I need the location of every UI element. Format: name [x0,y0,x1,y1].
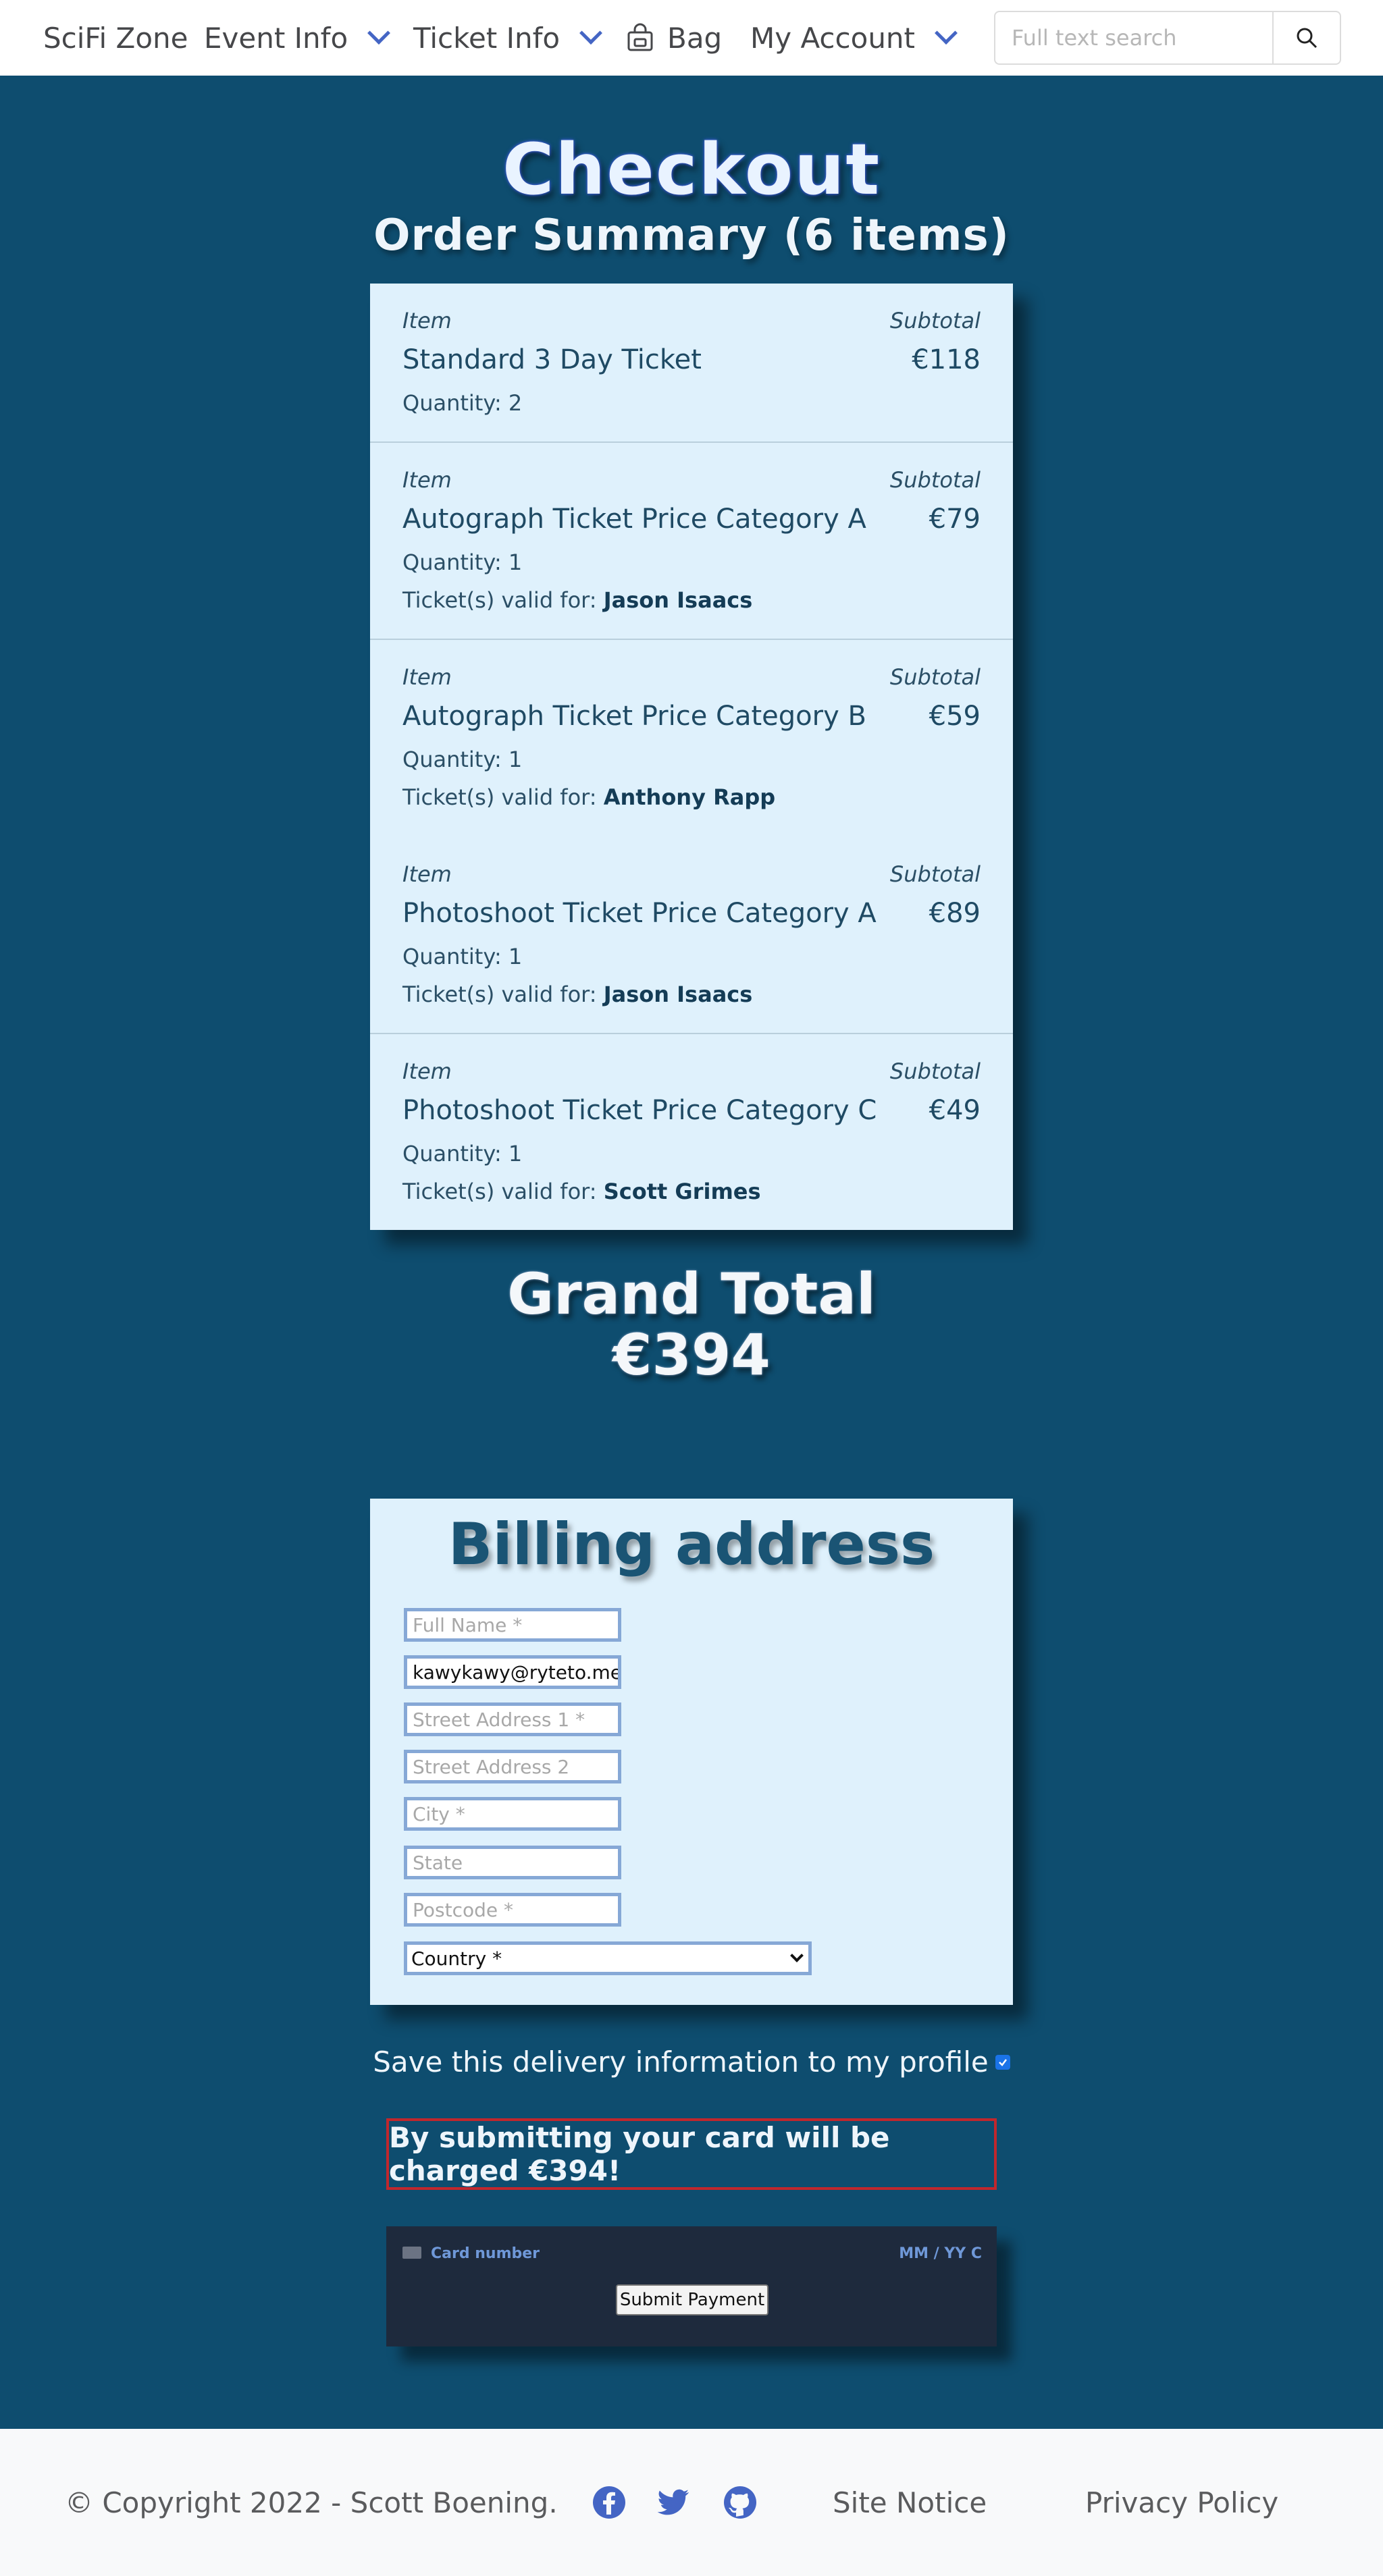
bag-label: Bag [667,21,723,55]
postcode-field[interactable] [404,1893,621,1927]
order-item: Item Subtotal Autograph Ticket Price Cat… [370,443,1013,640]
item-name: Autograph Ticket Price Category B [402,701,866,732]
save-info-checkbox[interactable] [995,2054,1010,2070]
chevron-down-icon [935,22,958,45]
search-button[interactable] [1272,11,1341,65]
order-item: Item Subtotal Autograph Ticket Price Cat… [370,640,1013,837]
celebrity-name: Anthony Rapp [603,784,776,810]
celebrity-name: Jason Isaacs [603,587,753,613]
search-form [994,11,1341,65]
item-quantity: Quantity: 1 [402,1141,523,1166]
item-price: €89 [929,898,981,929]
item-name: Autograph Ticket Price Category A [402,504,866,535]
item-label: Item [402,1058,452,1084]
celebrity-name: Jason Isaacs [603,982,753,1007]
order-summary-card: Item Subtotal Standard 3 Day Ticket €118… [370,284,1013,1230]
order-item: Item Subtotal Photoshoot Ticket Price Ca… [370,1034,1013,1230]
country-select[interactable]: Country * [404,1941,812,1975]
copyright-text: © Copyright 2022 - Scott Boening. [65,2486,558,2519]
order-item: Item Subtotal Photoshoot Ticket Price Ca… [370,837,1013,1034]
twitter-icon[interactable] [656,2485,692,2520]
brand-link[interactable]: SciFi Zone [43,0,188,76]
event-info-label: Event Info [204,21,348,55]
chevron-down-icon [367,22,391,45]
ticket-info-label: Ticket Info [413,21,560,55]
item-quantity: Quantity: 1 [402,549,523,575]
item-price: €49 [929,1095,981,1126]
save-info-row: Save this delivery information to my pro… [0,2045,1383,2078]
city-field[interactable] [404,1797,621,1831]
item-valid-for: Ticket(s) valid for: Jason Isaacs [402,982,753,1007]
chevron-down-icon [790,1949,804,1962]
check-icon [998,2058,1007,2066]
grand-total-label: Grand Total [507,1261,876,1327]
subtotal-label: Subtotal [889,1058,981,1084]
item-valid-for: Ticket(s) valid for: Anthony Rapp [402,784,776,810]
item-name: Photoshoot Ticket Price Category A [402,898,877,929]
item-label: Item [402,664,452,690]
item-price: €118 [912,344,981,375]
privacy-policy-link[interactable]: Privacy Policy [1085,2429,1278,2576]
item-valid-for: Ticket(s) valid for: Jason Isaacs [402,587,753,613]
event-info-dropdown[interactable]: Event Info [204,0,391,76]
subtotal-label: Subtotal [889,467,981,493]
item-valid-for: Ticket(s) valid for: Scott Grimes [402,1179,761,1204]
item-price: €59 [929,701,981,732]
bag-link[interactable]: Bag [625,0,722,76]
search-icon [1297,28,1317,49]
item-quantity: Quantity: 1 [402,747,523,772]
email-field[interactable] [404,1655,621,1689]
subtotal-label: Subtotal [889,308,981,333]
bag-icon [627,23,653,51]
full-name-field[interactable] [404,1608,621,1642]
site-notice-link[interactable]: Site Notice [833,2429,987,2576]
celebrity-name: Scott Grimes [603,1179,761,1204]
item-name: Standard 3 Day Ticket [402,344,702,375]
save-info-label: Save this delivery information to my pro… [373,2045,989,2078]
card-expiry-input[interactable]: MM / YY C [899,2245,982,2262]
country-selected-value: Country * [411,1947,502,1970]
charge-notice: By submitting your card will be charged … [386,2118,997,2190]
grand-total-value: €394 [612,1322,771,1388]
item-label: Item [402,308,452,333]
subtotal-label: Subtotal [889,664,981,690]
item-quantity: Quantity: 1 [402,944,523,969]
card-number-input[interactable]: Card number [431,2245,540,2262]
page-title: Checkout [502,128,881,211]
search-input[interactable] [994,11,1272,65]
ticket-info-dropdown[interactable]: Ticket Info [413,0,603,76]
item-label: Item [402,467,452,493]
billing-title: Billing address [448,1511,935,1578]
chevron-down-icon [579,22,603,45]
street-address-1-field[interactable] [404,1702,621,1736]
item-label: Item [402,861,452,887]
github-icon[interactable] [723,2485,758,2520]
item-name: Photoshoot Ticket Price Category C [402,1095,877,1126]
credit-card-icon [402,2247,421,2259]
state-field[interactable] [404,1846,621,1879]
order-summary-title: Order Summary (6 items) [373,211,1010,261]
footer: © Copyright 2022 - Scott Boening. Site N… [0,2429,1383,2576]
item-quantity: Quantity: 2 [402,390,523,416]
item-price: €79 [929,504,981,535]
navbar: SciFi Zone Event Info Ticket Info Bag My… [0,0,1383,76]
submit-payment-button[interactable]: Submit Payment [616,2284,768,2315]
my-account-dropdown[interactable]: My Account [750,0,958,76]
my-account-label: My Account [750,21,916,55]
subtotal-label: Subtotal [889,861,981,887]
billing-address-card: Billing address Country * [370,1499,1013,2005]
street-address-2-field[interactable] [404,1750,621,1783]
facebook-icon[interactable] [592,2485,627,2520]
payment-card: Card number MM / YY C Submit Payment [386,2226,997,2346]
order-item: Item Subtotal Standard 3 Day Ticket €118… [370,284,1013,443]
